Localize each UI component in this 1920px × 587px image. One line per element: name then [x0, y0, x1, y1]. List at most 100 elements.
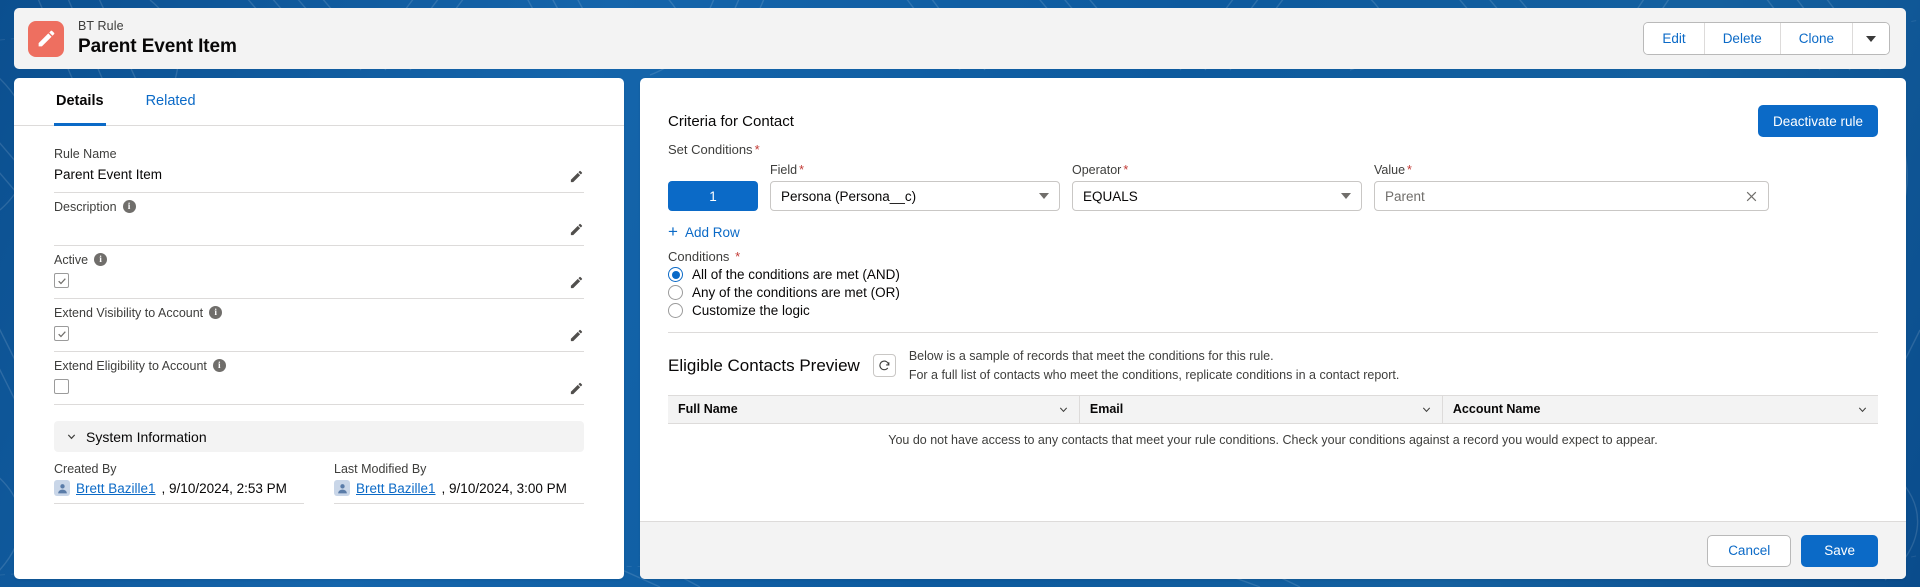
- field-column-label-text: Field: [770, 163, 798, 177]
- close-icon[interactable]: [1745, 190, 1758, 203]
- radio-icon: [668, 285, 683, 300]
- preview-note-line-1: Below is a sample of records that meet t…: [908, 349, 1274, 363]
- required-asterisk: *: [1123, 163, 1129, 177]
- tab-related[interactable]: Related: [144, 79, 198, 126]
- edit-pencil-icon[interactable]: [569, 169, 584, 184]
- radio-customize-logic[interactable]: Customize the logic: [668, 303, 1878, 318]
- condition-number-col: 1: [668, 181, 758, 211]
- field-label: Active i: [54, 250, 584, 269]
- created-by-timestamp: , 9/10/2024, 2:53 PM: [161, 480, 287, 496]
- conditions-logic-group: Conditions * All of the conditions are m…: [668, 249, 1878, 318]
- record-pencil-icon: [28, 20, 64, 57]
- add-row-button[interactable]: + Add Row: [668, 223, 740, 241]
- delete-button[interactable]: Delete: [1703, 23, 1780, 54]
- column-header-full-name[interactable]: Full Name: [668, 394, 1080, 424]
- operator-column-label: Operator *: [1072, 163, 1362, 177]
- eligible-contacts-preview-title: Eligible Contacts Preview: [668, 355, 860, 375]
- operator-select-value: EQUALS: [1083, 188, 1138, 204]
- system-information-section-header[interactable]: System Information: [54, 421, 584, 452]
- required-asterisk: *: [799, 163, 804, 177]
- eligible-contacts-table: Full Name Email Account Name: [668, 394, 1878, 424]
- field-last-modified-by: Last Modified By Brett Bazille1 , 9/10/2…: [334, 462, 584, 504]
- condition-field-col: Field * Persona (Persona__c): [770, 163, 1060, 211]
- set-conditions-label-text: Set Conditions: [668, 142, 753, 157]
- column-header-email[interactable]: Email: [1078, 394, 1443, 424]
- field-label: Extend Eligibility to Account i: [54, 356, 584, 375]
- chevron-down-icon: [1059, 407, 1067, 412]
- value-input[interactable]: Parent: [1374, 181, 1769, 211]
- field-label-text: Last Modified By: [334, 462, 427, 476]
- field-active: Active i: [54, 246, 584, 299]
- avatar: [54, 480, 70, 496]
- field-label-text: Active: [54, 252, 89, 267]
- value-column-label: Value *: [1374, 163, 1769, 177]
- column-header-account-name[interactable]: Account Name: [1441, 394, 1878, 424]
- radio-all-conditions-and[interactable]: All of the conditions are met (AND): [668, 267, 1878, 282]
- operator-column-label-text: Operator: [1072, 163, 1122, 177]
- info-icon[interactable]: i: [94, 253, 108, 266]
- field-value: [54, 322, 584, 344]
- checkbox-checked: [54, 326, 69, 341]
- criteria-panel: Criteria for Contact Deactivate rule Set…: [640, 78, 1906, 579]
- more-actions-button[interactable]: [1852, 23, 1889, 54]
- deactivate-rule-button[interactable]: Deactivate rule: [1757, 105, 1878, 137]
- field-select-value: Persona (Persona__c): [781, 188, 917, 204]
- refresh-button[interactable]: [872, 354, 896, 378]
- radio-any-conditions-or[interactable]: Any of the conditions are met (OR): [668, 285, 1878, 300]
- info-icon[interactable]: i: [122, 200, 136, 213]
- chevron-down-icon: [1858, 407, 1867, 412]
- field-value: Parent Event Item: [54, 167, 163, 182]
- page-title: Parent Event Item: [78, 35, 237, 57]
- field-column-label: Field *: [770, 163, 1060, 177]
- clone-button[interactable]: Clone: [1779, 23, 1852, 54]
- chevron-down-icon: [1341, 193, 1351, 199]
- field-extend-eligibility-to-account: Extend Eligibility to Account i: [54, 352, 584, 405]
- eligible-contacts-preview-header: Eligible Contacts Preview Below is a sam…: [668, 333, 1878, 395]
- last-modified-by-user-link[interactable]: Brett Bazille1: [356, 481, 436, 496]
- column-header-label: Email: [1089, 402, 1124, 416]
- details-panel: Details Related Rule Name Parent Event I…: [14, 78, 624, 579]
- info-icon[interactable]: i: [212, 359, 226, 372]
- edit-pencil-icon[interactable]: [569, 381, 584, 396]
- tab-details[interactable]: Details: [54, 79, 106, 126]
- edit-pencil-icon[interactable]: [569, 275, 584, 290]
- checkbox-unchecked: [54, 379, 69, 394]
- chevron-down-icon: [1039, 193, 1049, 199]
- system-information-grid: Created By Brett Bazille1 , 9/10/2024, 2…: [14, 452, 624, 504]
- cancel-button[interactable]: Cancel: [1707, 534, 1792, 567]
- criteria-panel-footer: Cancel Save: [640, 521, 1906, 579]
- field-select[interactable]: Persona (Persona__c): [770, 181, 1060, 211]
- header-button-group: Edit Delete Clone: [1643, 22, 1890, 55]
- required-asterisk: *: [754, 142, 760, 157]
- field-value: Brett Bazille1 , 9/10/2024, 3:00 PM: [334, 480, 584, 496]
- value-column-label-text: Value: [1374, 163, 1406, 177]
- checkbox-checked: [54, 273, 69, 288]
- edit-pencil-icon[interactable]: [569, 328, 584, 343]
- field-value: [54, 375, 584, 397]
- created-by-user-link[interactable]: Brett Bazille1: [76, 481, 156, 496]
- set-conditions-label: Set Conditions *: [668, 142, 1878, 157]
- field-label: Extend Visibility to Account i: [54, 303, 584, 322]
- criteria-panel-title: Criteria for Contact: [668, 112, 794, 130]
- required-asterisk: *: [735, 249, 741, 264]
- conditions-label: Conditions *: [668, 249, 1878, 264]
- eligible-contacts-preview-note: Below is a sample of records that meet t…: [909, 347, 1400, 385]
- edit-button[interactable]: Edit: [1644, 23, 1704, 54]
- table-header-row: Full Name Email Account Name: [668, 394, 1878, 424]
- value-input-text: Parent: [1385, 188, 1425, 204]
- record-header: BT Rule Parent Event Item Edit Delete Cl…: [14, 8, 1906, 69]
- field-label-text: Created By: [54, 462, 117, 476]
- save-button[interactable]: Save: [1801, 534, 1878, 567]
- field-rule-name: Rule Name Parent Event Item: [54, 140, 584, 193]
- info-icon[interactable]: i: [209, 306, 223, 319]
- field-label-text: Extend Eligibility to Account: [54, 358, 207, 373]
- criteria-panel-header: Criteria for Contact Deactivate rule: [640, 78, 1906, 142]
- field-created-by: Created By Brett Bazille1 , 9/10/2024, 2…: [54, 462, 304, 504]
- field-value: Brett Bazille1 , 9/10/2024, 2:53 PM: [54, 480, 304, 496]
- avatar: [334, 480, 350, 496]
- record-object-label: BT Rule: [78, 19, 124, 34]
- operator-select[interactable]: EQUALS: [1072, 181, 1362, 211]
- condition-row: 1 Field * Persona (Persona__c) Operator …: [668, 163, 1878, 211]
- field-label-text: Rule Name: [54, 146, 117, 161]
- edit-pencil-icon[interactable]: [569, 222, 584, 237]
